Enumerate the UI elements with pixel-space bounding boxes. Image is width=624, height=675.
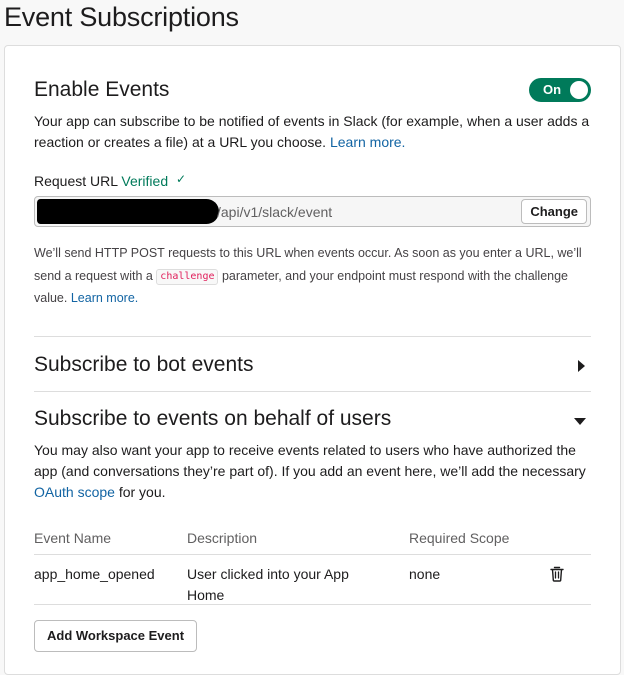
request-url-learn-more-link[interactable]: Learn more. — [71, 291, 138, 305]
column-header-event-name: Event Name — [34, 530, 112, 546]
request-url-label-row: Request URL Verified ✓ — [34, 171, 186, 193]
bot-events-title[interactable]: Subscribe to bot events — [34, 352, 253, 378]
section-divider — [34, 336, 591, 337]
oauth-scope-link[interactable]: OAuth scope — [34, 484, 115, 500]
request-url-label: Request URL — [34, 173, 118, 189]
user-events-description-text-1: You may also want your app to receive ev… — [34, 442, 586, 479]
user-events-description: You may also want your app to receive ev… — [34, 440, 594, 503]
enable-events-learn-more-link[interactable]: Learn more. — [330, 134, 405, 150]
section-divider — [34, 391, 591, 392]
enable-events-title: Enable Events — [34, 78, 170, 101]
event-description: User clicked into your App Home — [187, 566, 349, 603]
request-url-help: We’ll send HTTP POST requests to this UR… — [34, 242, 594, 310]
checkmark-icon: ✓ — [176, 172, 187, 186]
column-header-required-scope: Required Scope — [409, 530, 510, 546]
event-name-link[interactable]: app_home_opened — [34, 564, 155, 585]
challenge-code: challenge — [156, 268, 219, 285]
user-events-description-text-2: for you. — [114, 484, 166, 500]
event-subscriptions-card: Enable Events On Your app can subscribe … — [4, 45, 621, 675]
change-url-button[interactable]: Change — [521, 199, 587, 224]
trash-icon[interactable] — [550, 566, 564, 582]
redacted-url-host — [37, 199, 219, 224]
verified-status: Verified — [121, 173, 169, 189]
request-url-field[interactable]: /api/v1/slack/event Change — [34, 196, 591, 227]
toggle-label: On — [543, 82, 562, 97]
user-events-title[interactable]: Subscribe to events on behalf of users — [34, 406, 391, 432]
event-required-scope: none — [409, 566, 441, 582]
table-header-divider — [34, 554, 591, 555]
enable-events-toggle[interactable]: On — [529, 78, 591, 102]
enable-events-description-text: Your app can subscribe to be notified of… — [34, 113, 590, 150]
toggle-knob — [570, 81, 588, 99]
enable-events-description: Your app can subscribe to be notified of… — [34, 111, 594, 153]
page-title: Event Subscriptions — [4, 2, 239, 32]
triangle-right-icon[interactable] — [578, 360, 585, 372]
request-url-path: /api/v1/slack/event — [217, 204, 333, 220]
column-header-description: Description — [187, 530, 258, 546]
add-workspace-event-button[interactable]: Add Workspace Event — [34, 620, 198, 652]
table-row-divider — [34, 604, 591, 605]
triangle-down-icon[interactable] — [574, 418, 586, 425]
